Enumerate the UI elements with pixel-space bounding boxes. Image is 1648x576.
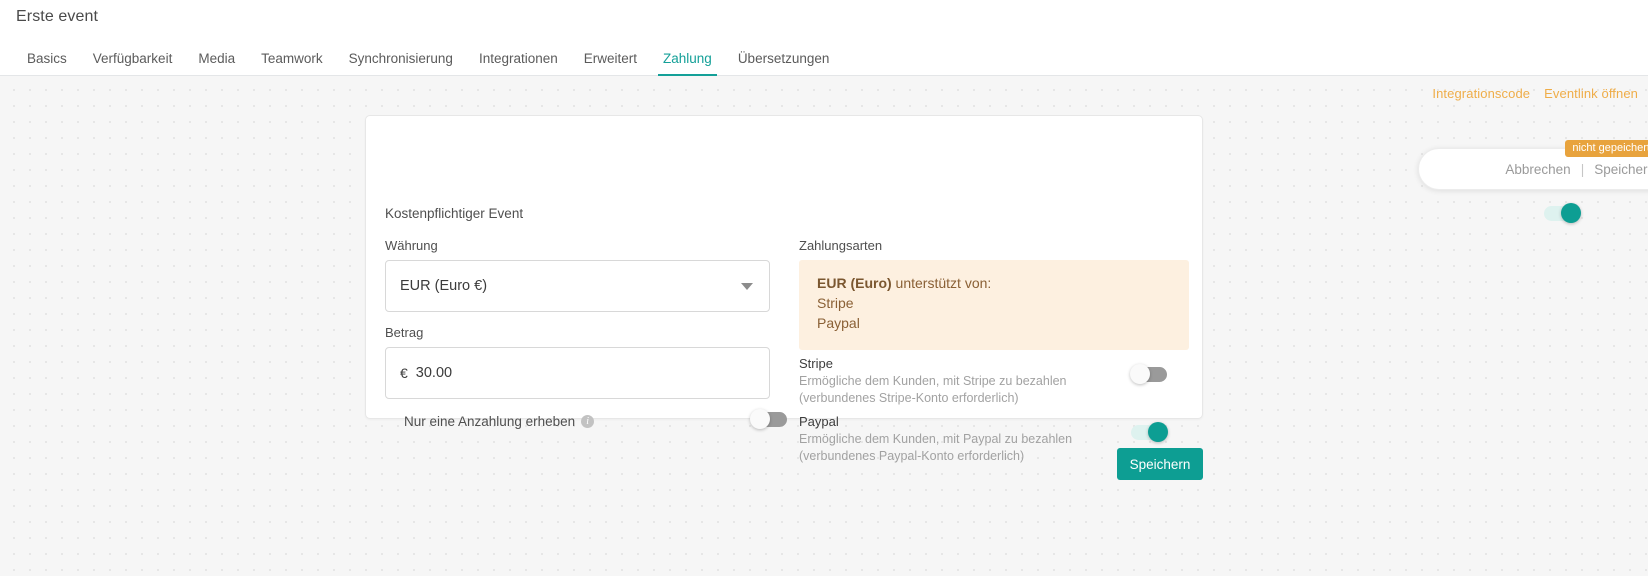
alert-currency-name: EUR (Euro) bbox=[817, 275, 892, 291]
payment-methods-section: Zahlungsarten EUR (Euro) unterstützt von… bbox=[799, 238, 1189, 350]
payment-methods-label: Zahlungsarten bbox=[799, 238, 883, 253]
tab-teamwork[interactable]: Teamwork bbox=[248, 51, 336, 77]
unsaved-changes-panel: nicht gepeichert Abbrechen | Speichern bbox=[1418, 140, 1648, 190]
toggle-knob bbox=[1130, 364, 1150, 384]
paypal-toggle[interactable] bbox=[1131, 422, 1168, 442]
panel-save-button[interactable]: Speichern bbox=[1594, 162, 1648, 177]
currency-select[interactable]: EUR (Euro €) bbox=[385, 260, 770, 312]
tab-zahlung[interactable]: Zahlung bbox=[650, 51, 725, 77]
stripe-toggle-wrap bbox=[1130, 364, 1167, 384]
method-row-stripe: Stripe Ermögliche dem Kunden, mit Stripe… bbox=[799, 356, 1189, 407]
alert-provider-paypal: Paypal bbox=[817, 314, 860, 331]
tab-basics[interactable]: Basics bbox=[14, 51, 80, 77]
method-description-paypal: Ermögliche dem Kunden, mit Paypal zu bez… bbox=[799, 432, 1073, 463]
currency-label: Währung bbox=[385, 238, 438, 253]
chevron-down-icon[interactable] bbox=[741, 283, 753, 290]
currency-symbol: € bbox=[400, 365, 408, 381]
amount-field: Betrag € 30.00 bbox=[385, 325, 770, 399]
tab-erweitert[interactable]: Erweitert bbox=[571, 51, 650, 77]
tab-media[interactable]: Media bbox=[185, 51, 248, 77]
method-title-stripe: Stripe bbox=[799, 356, 833, 371]
toggle-knob bbox=[1561, 203, 1581, 223]
alert-provider-stripe: Stripe bbox=[817, 294, 854, 311]
open-eventlink-link[interactable]: Eventlink öffnen bbox=[1544, 86, 1638, 101]
paid-event-toggle[interactable] bbox=[1544, 203, 1581, 223]
payment-settings-card: Kostenpflichtiger Event Währung EUR (Eur… bbox=[365, 115, 1581, 463]
currency-field: Währung EUR (Euro €) bbox=[385, 238, 770, 312]
method-text: Paypal Ermögliche dem Kunden, mit Paypal… bbox=[799, 414, 1129, 465]
method-title-paypal: Paypal bbox=[799, 414, 839, 429]
paypal-toggle-wrap bbox=[1131, 422, 1168, 442]
method-description-stripe: Ermögliche dem Kunden, mit Stripe zu bez… bbox=[799, 374, 1067, 405]
page-title: Erste event bbox=[16, 8, 99, 25]
currency-selected-value: EUR (Euro €) bbox=[400, 278, 488, 294]
tab-synchronisierung[interactable]: Synchronisierung bbox=[336, 51, 466, 77]
app-root: Erste event Basics Verfügbarkeit Media T… bbox=[0, 0, 1648, 576]
panel-separator: | bbox=[1580, 161, 1585, 177]
paid-event-label: Kostenpflichtiger Event bbox=[385, 206, 524, 221]
deposit-row: Nur eine Anzahlung erheben i bbox=[404, 408, 804, 434]
alert-heading-line: EUR (Euro) unterstützt von: bbox=[817, 274, 1171, 294]
amount-input[interactable]: € 30.00 bbox=[385, 347, 770, 399]
toggle-knob bbox=[750, 409, 770, 429]
top-links: Integrationscode Eventlink öffnen bbox=[1432, 86, 1638, 101]
content-canvas: Integrationscode Eventlink öffnen Kosten… bbox=[0, 76, 1648, 576]
paid-event-row: Kostenpflichtiger Event bbox=[385, 203, 1581, 228]
amount-label: Betrag bbox=[385, 325, 424, 340]
save-button[interactable]: Speichern bbox=[1117, 448, 1203, 480]
deposit-toggle[interactable] bbox=[750, 409, 787, 429]
toggle-knob bbox=[1148, 422, 1168, 442]
deposit-label: Nur eine Anzahlung erheben bbox=[404, 413, 576, 429]
method-text: Stripe Ermögliche dem Kunden, mit Stripe… bbox=[799, 356, 1129, 407]
tab-bar: Basics Verfügbarkeit Media Teamwork Sync… bbox=[0, 38, 842, 76]
header: Erste event Basics Verfügbarkeit Media T… bbox=[0, 0, 1648, 76]
amount-value: 30.00 bbox=[415, 365, 453, 381]
alert-heading-suffix: unterstützt von: bbox=[891, 275, 992, 291]
info-icon[interactable]: i bbox=[581, 414, 595, 428]
tab-uebersetzungen[interactable]: Übersetzungen bbox=[725, 51, 843, 77]
stripe-toggle[interactable] bbox=[1130, 364, 1167, 384]
integration-code-link[interactable]: Integrationscode bbox=[1432, 86, 1530, 101]
tab-verfuegbarkeit[interactable]: Verfügbarkeit bbox=[80, 51, 186, 77]
unsaved-status-badge: nicht gepeichert bbox=[1565, 140, 1648, 157]
cancel-button[interactable]: Abbrechen bbox=[1505, 162, 1570, 177]
currency-support-alert: EUR (Euro) unterstützt von: Stripe Paypa… bbox=[799, 260, 1189, 350]
tab-integrationen[interactable]: Integrationen bbox=[466, 51, 571, 77]
